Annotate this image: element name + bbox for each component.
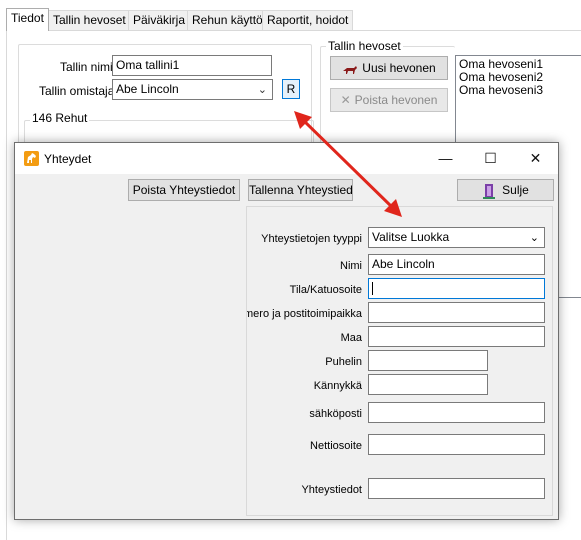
new-horse-label: Uusi hevonen — [362, 61, 436, 75]
close-dialog-button[interactable]: Sulje — [457, 179, 554, 201]
stable-owner-value: Abe Lincoln — [116, 82, 179, 96]
name-input[interactable]: Abe Lincoln — [368, 254, 545, 275]
chevron-down-icon: ⌄ — [257, 84, 267, 96]
tab-paivakirja[interactable]: Päiväkirja — [128, 10, 191, 30]
stable-owner-select[interactable]: Abe Lincoln ⌄ — [112, 79, 273, 100]
stable-name-label: Tallin nimi — [60, 60, 113, 74]
contacts-dialog: Yhteydet — ☐ ✕ Poista Yhteystiedot Talle… — [14, 142, 559, 520]
tab-raportit-hoidot[interactable]: Raportit, hoidot — [262, 10, 354, 30]
stable-owner-label: Tallin omistaja — [39, 84, 115, 98]
chevron-down-icon: ⌄ — [529, 232, 539, 244]
save-contact-button[interactable]: Tallenna Yhteystiedot — [248, 179, 353, 201]
phone-input[interactable] — [368, 350, 488, 371]
remove-horse-label: Poista hevonen — [354, 93, 438, 107]
email-input[interactable] — [368, 402, 545, 423]
type-value: Valitse Luokka — [372, 230, 450, 244]
country-input[interactable] — [368, 326, 545, 347]
mobile-label: Kännykkä — [313, 380, 362, 392]
contact-info-label: Yhteystiedot — [301, 484, 362, 496]
maximize-button[interactable]: ☐ — [468, 143, 513, 174]
horse-icon — [342, 64, 358, 74]
tab-tallin-hevoset[interactable]: Tallin hevoset — [48, 10, 131, 30]
web-label: Nettiosoite — [310, 440, 362, 452]
web-input[interactable] — [368, 434, 545, 455]
list-item[interactable]: Oma hevoseni3 — [456, 84, 581, 97]
tab-rehun-kaytto[interactable]: Rehun käyttö — [187, 10, 268, 30]
name-label: Nimi — [340, 260, 362, 272]
remove-horse-button[interactable]: ✕ Poista hevonen — [330, 88, 448, 112]
close-dialog-label: Sulje — [502, 183, 529, 198]
email-label: sähköposti — [309, 408, 362, 420]
type-select[interactable]: Valitse Luokka ⌄ — [368, 227, 545, 248]
text-caret — [372, 282, 373, 296]
horses-group-title: Tallin hevoset — [326, 39, 403, 53]
dialog-title: Yhteydet — [44, 152, 92, 166]
contact-info-input[interactable] — [368, 478, 545, 499]
address-input[interactable] — [368, 278, 545, 299]
close-window-button[interactable]: ✕ — [513, 143, 558, 174]
new-horse-button[interactable]: Uusi hevonen — [330, 56, 448, 80]
dialog-titlebar[interactable]: Yhteydet — ☐ ✕ — [15, 143, 558, 174]
app-icon — [24, 151, 39, 166]
country-label: Maa — [340, 332, 362, 344]
delete-contact-button[interactable]: Poista Yhteystiedot — [128, 179, 240, 201]
stable-name-input[interactable]: Oma tallini1 — [112, 55, 272, 76]
mobile-input[interactable] — [368, 374, 488, 395]
address-label: Tila/Katuosoite — [289, 284, 362, 296]
door-exit-icon — [482, 183, 496, 199]
owner-r-button[interactable]: R — [282, 79, 300, 99]
minimize-button[interactable]: — — [423, 143, 468, 174]
contact-form-panel: Yhteystietojen tyyppi Valitse Luokka ⌄ N… — [246, 206, 553, 516]
tab-tiedot[interactable]: Tiedot — [6, 8, 49, 31]
phone-label: Puhelin — [325, 356, 362, 368]
x-icon: ✕ — [340, 93, 351, 107]
feed-group-title: 146 Rehut — [30, 111, 90, 125]
postal-input[interactable] — [368, 302, 545, 323]
type-label: Yhteystietojen tyyppi — [261, 233, 362, 245]
postal-label: Postinumero ja postitoimipaikka — [247, 308, 362, 320]
